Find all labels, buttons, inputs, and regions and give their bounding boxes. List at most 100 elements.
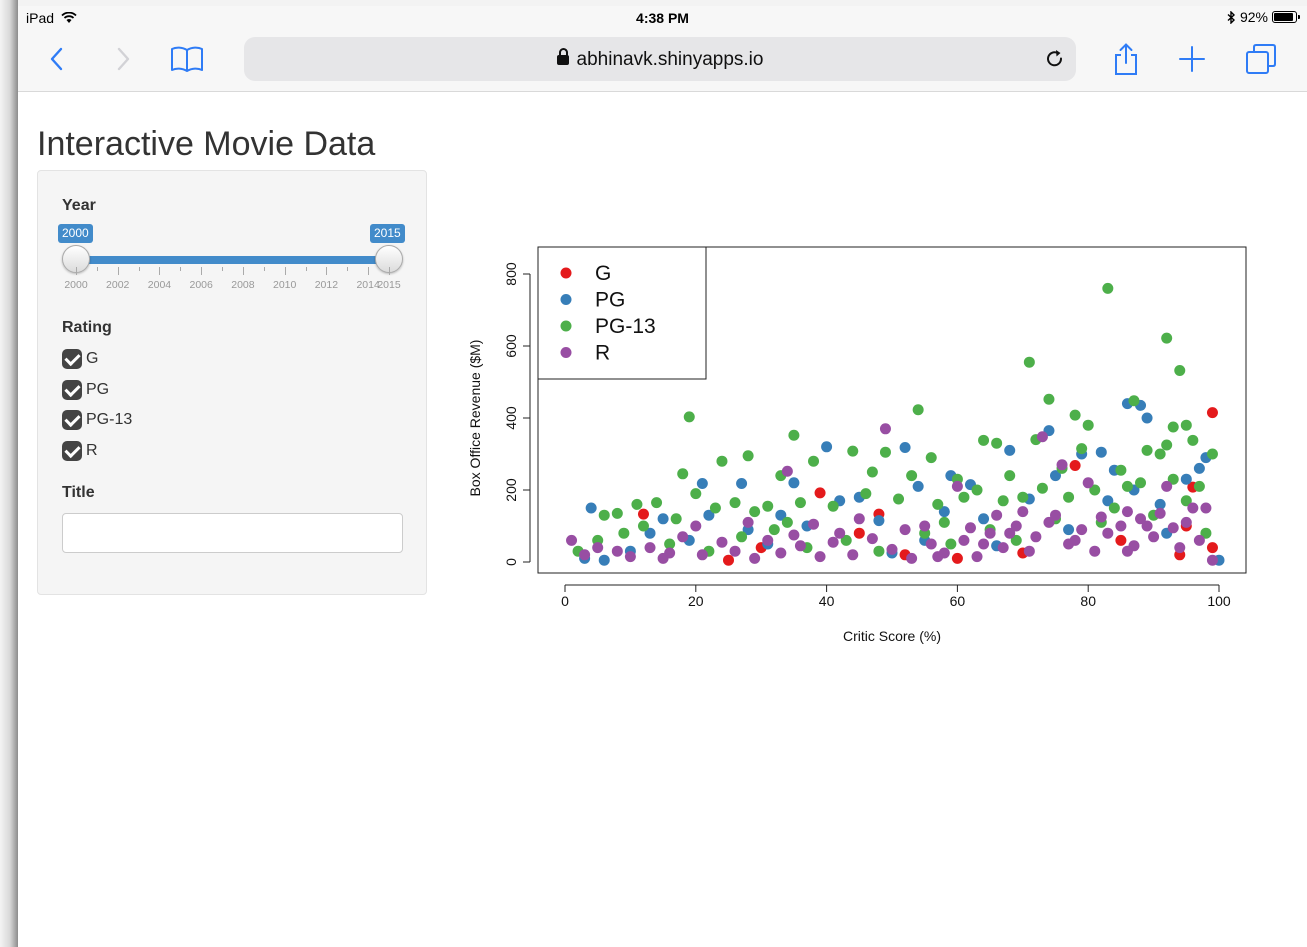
- data-point-r: [1148, 531, 1160, 543]
- battery-percent: 92%: [1239, 9, 1268, 25]
- book-icon: [171, 46, 203, 72]
- year-to-tag: 2015: [370, 224, 405, 243]
- x-tick-label: 100: [1207, 593, 1231, 609]
- data-point-r: [1017, 506, 1029, 518]
- data-point-r: [1069, 534, 1081, 546]
- checkbox-checked-icon[interactable]: [62, 349, 82, 369]
- data-point-pg13: [781, 516, 793, 528]
- year-slider-tick-label: 2008: [231, 279, 255, 291]
- year-slider-tick: [201, 267, 203, 275]
- chevron-left-icon: [50, 47, 63, 71]
- legend-box: [537, 246, 707, 380]
- data-point-g: [1115, 534, 1127, 546]
- year-slider-tick: [138, 267, 140, 271]
- x-tick-label: 20: [688, 593, 704, 609]
- data-point-r: [611, 545, 623, 557]
- data-point-g: [1206, 407, 1218, 419]
- data-point-r: [1206, 554, 1218, 566]
- year-slider-tick: [263, 267, 265, 271]
- data-point-r: [794, 540, 806, 552]
- share-icon: [1115, 43, 1137, 75]
- address-bar[interactable]: abhinavk.shinyapps.io: [244, 37, 1076, 81]
- year-slider-ticks: [76, 267, 390, 275]
- ipad-screen: iPad 4:38 PM 92% abhinavk.shinyapps.io I…: [18, 6, 1307, 947]
- forward-button[interactable]: [110, 40, 138, 78]
- data-point-pg13: [742, 450, 754, 462]
- data-point-g: [814, 487, 826, 499]
- year-slider-tick-label: 2010: [272, 279, 297, 291]
- data-point-pg: [1141, 412, 1153, 424]
- data-point-pg13: [912, 404, 924, 416]
- data-point-pg13: [690, 488, 702, 500]
- data-point-pg13: [945, 538, 957, 550]
- data-point-pg13: [1128, 395, 1140, 407]
- data-point-r: [579, 549, 591, 561]
- reload-icon: [1047, 50, 1063, 67]
- data-point-r: [696, 549, 708, 561]
- year-slider-range[interactable]: [76, 256, 389, 264]
- data-point-pg: [585, 502, 597, 514]
- data-point-pg13: [794, 497, 806, 509]
- data-point-pg13: [1180, 419, 1192, 431]
- year-from-tag: 2000: [58, 224, 93, 243]
- data-point-pg13: [670, 513, 682, 525]
- data-point-pg13: [637, 520, 649, 532]
- data-point-r: [899, 524, 911, 536]
- checkbox-checked-icon[interactable]: [62, 410, 82, 430]
- data-point-pg13: [827, 500, 839, 512]
- data-point-r: [1200, 502, 1212, 514]
- share-button[interactable]: [1111, 40, 1141, 78]
- data-point-r: [951, 480, 963, 492]
- data-point-pg13: [1108, 502, 1120, 514]
- rating-option-label: PG: [86, 381, 110, 398]
- rating-option-label: G: [86, 350, 99, 367]
- tabs-button[interactable]: [1244, 40, 1278, 78]
- data-point-pg13: [1141, 444, 1153, 456]
- x-tick-label: 60: [950, 593, 966, 609]
- legend-label: PG-13: [595, 315, 656, 338]
- title-filter-input[interactable]: [62, 513, 403, 553]
- data-point-r: [592, 542, 604, 554]
- data-point-pg13: [1115, 464, 1127, 476]
- bookmarks-button[interactable]: [168, 40, 206, 78]
- rating-option-pg13[interactable]: PG-13: [62, 409, 132, 431]
- data-point-r: [1050, 509, 1061, 521]
- data-point-r: [1056, 459, 1068, 471]
- data-point-pg13: [997, 495, 1009, 507]
- clock: 4:38 PM: [636, 10, 689, 26]
- data-point-r: [984, 527, 996, 539]
- year-slider-tick: [76, 267, 77, 275]
- rating-option-pg[interactable]: PG: [62, 379, 109, 401]
- rating-option-r[interactable]: R: [62, 440, 98, 462]
- browser-toolbar: abhinavk.shinyapps.io: [18, 28, 1307, 92]
- data-point-r: [1076, 524, 1088, 536]
- new-tab-button[interactable]: [1177, 40, 1207, 78]
- data-point-pg13: [1102, 282, 1114, 294]
- checkbox-checked-icon[interactable]: [62, 441, 82, 461]
- data-point-pg13: [1023, 356, 1035, 368]
- tabs-icon: [1246, 44, 1276, 74]
- data-point-r: [886, 543, 898, 555]
- data-point-pg13: [925, 452, 937, 464]
- data-point-pg13: [978, 434, 990, 446]
- data-point-g: [951, 552, 963, 564]
- data-point-r: [964, 522, 976, 534]
- year-slider-tick: [96, 267, 98, 271]
- data-point-pg: [821, 441, 833, 453]
- rating-option-label: PG-13: [86, 411, 133, 428]
- y-axis-title: Box Office Revenue ($M): [467, 340, 483, 497]
- data-point-pg13: [938, 516, 950, 528]
- data-point-r: [1167, 522, 1179, 534]
- checkbox-checked-icon[interactable]: [62, 380, 82, 400]
- data-point-pg: [696, 478, 708, 490]
- year-slider-tick: [389, 267, 390, 275]
- back-button[interactable]: [42, 40, 70, 78]
- data-point-r: [997, 542, 1009, 554]
- rating-option-g[interactable]: G: [62, 348, 98, 370]
- reload-button[interactable]: [1044, 48, 1066, 75]
- data-point-pg13: [1036, 482, 1048, 494]
- data-point-g: [1069, 460, 1081, 472]
- data-point-pg: [1063, 524, 1075, 536]
- year-slider-tick: [347, 267, 349, 271]
- data-point-r: [762, 534, 774, 546]
